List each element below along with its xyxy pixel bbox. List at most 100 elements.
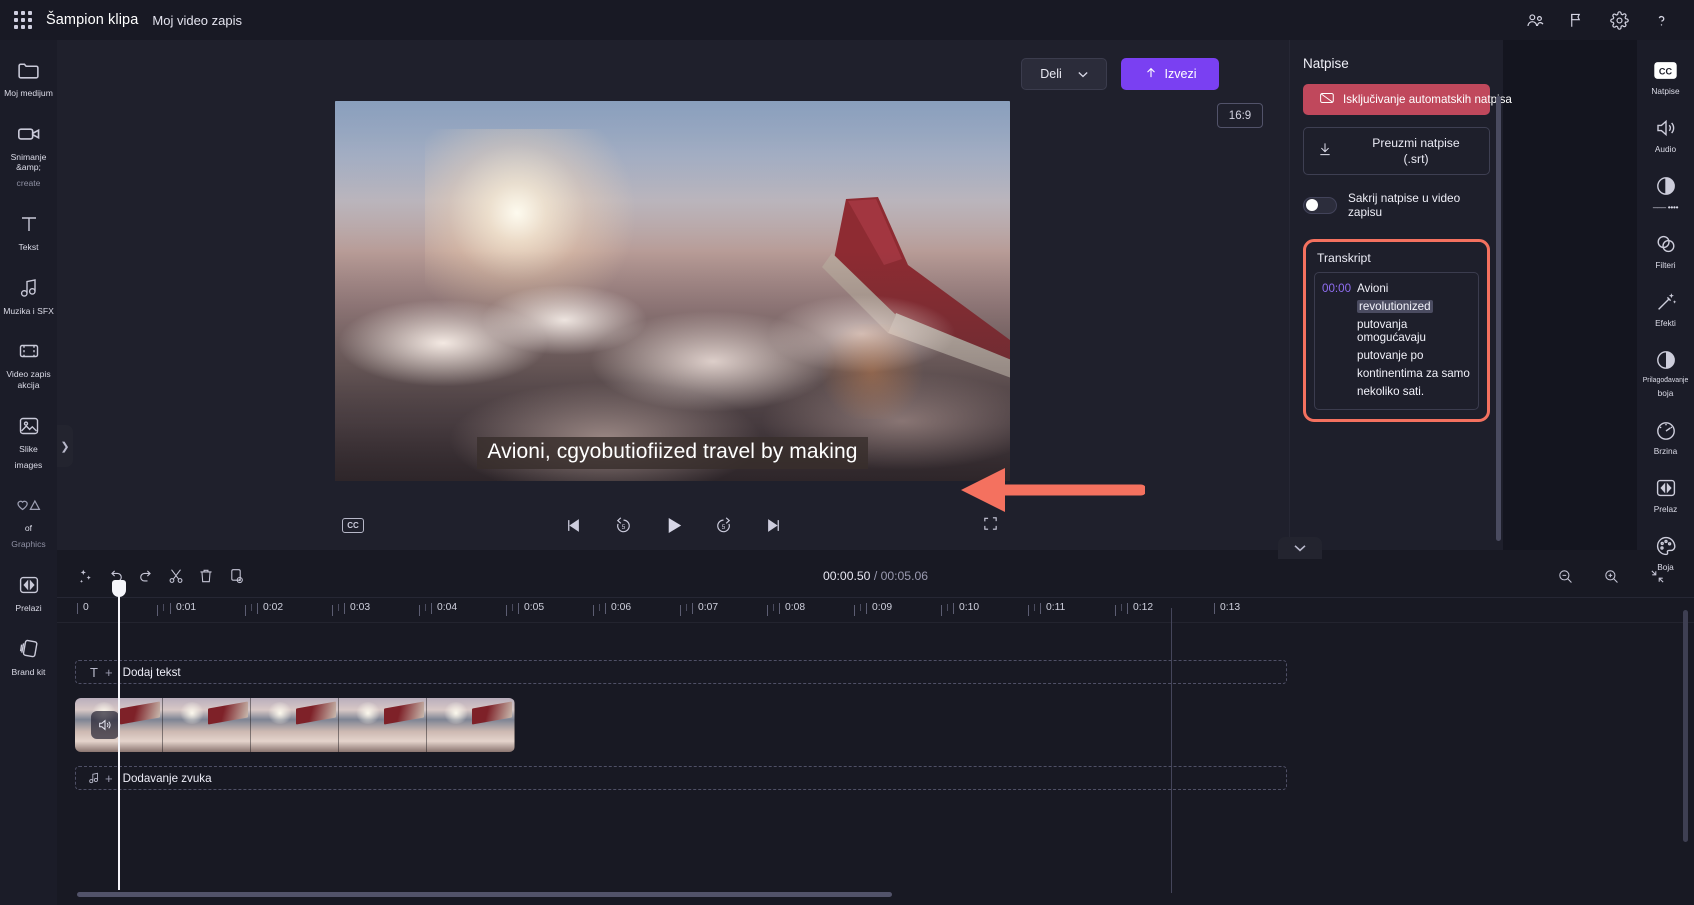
transition-icon [1654, 476, 1678, 501]
clip-audio-icon[interactable] [91, 711, 119, 739]
left-rail-expand-button[interactable]: ❯ [57, 425, 73, 467]
ruler-tick: 0:03 [343, 602, 371, 614]
svg-text:CC: CC [1659, 67, 1673, 77]
flag-feedback-icon[interactable] [1562, 5, 1592, 35]
disable-auto-captions-label: Isključivanje automatskih natpisa [1343, 93, 1512, 106]
ruler-tick: 0:01 [169, 602, 197, 614]
share-button[interactable]: Deli [1021, 58, 1107, 90]
sidebar-item-music-sfx[interactable]: Muzika i SFX [0, 266, 57, 324]
sidebar-item-video-actions[interactable]: Video zapis akcija [0, 329, 57, 397]
sidebar-item-label: Muzika i SFX [3, 305, 54, 316]
preview-stage: Deli Izvezi 16:9 Avioni, cgyobutiofiized… [57, 40, 1289, 550]
disable-auto-captions-button[interactable]: Isključivanje automatskih natpisa [1303, 84, 1512, 115]
sidebar-item-label: Video zapis akcija [6, 369, 51, 391]
hide-captions-row[interactable]: Sakrij natpise u video zapisu [1303, 191, 1490, 219]
transcript-word[interactable]: putovanja omogućavaju [1357, 318, 1471, 344]
filters-circles-icon [1654, 232, 1678, 257]
captions-panel: Natpise Isključivanje automatskih natpis… [1289, 40, 1512, 550]
ruler-tick-minor [506, 604, 513, 616]
zoom-in-icon[interactable] [1596, 561, 1626, 591]
help-icon[interactable] [1646, 5, 1676, 35]
transcript-word-highlighted[interactable]: revolutionized [1357, 300, 1433, 313]
ruler-tick: 0:11 [1039, 602, 1066, 614]
project-title[interactable]: Moj video zapis [152, 13, 242, 28]
panel-scrollbar[interactable] [1496, 96, 1501, 541]
ruler-tick-minor [680, 604, 687, 616]
rail-item-filters[interactable]: Filteri [1637, 224, 1694, 276]
left-sidebar: Moj medijum Snimanje &amp; create Tekst [0, 40, 57, 905]
forward-5-icon[interactable]: 5 [709, 511, 737, 539]
rail-item-transition[interactable]: Prelaz [1637, 468, 1694, 520]
transcript-word[interactable]: Avioni [1357, 282, 1471, 295]
video-preview[interactable]: Avioni, cgyobutiofiized travel by making [335, 101, 1010, 481]
rail-item-label: Audio [1654, 143, 1677, 154]
download-srt-line2: (.srt) [1403, 152, 1429, 166]
rail-item-adjust[interactable]: ––– •••• [1637, 166, 1694, 218]
player-controls: CC 5 5 [57, 500, 1289, 550]
track-add-text[interactable]: T + Dodaj tekst [75, 660, 1287, 684]
rail-item-captions[interactable]: CC Natpise [1637, 50, 1694, 102]
topbar-actions [1520, 5, 1694, 35]
export-button[interactable]: Izvezi [1121, 58, 1219, 90]
sidebar-item-text[interactable]: Tekst [0, 202, 57, 260]
sidebar-item-record-create[interactable]: Snimanje &amp; create [0, 112, 57, 196]
rail-item-color[interactable]: Boja [1637, 526, 1694, 578]
timeline-clip-video[interactable] [75, 698, 515, 752]
aspect-ratio-button[interactable]: 16:9 [1217, 103, 1263, 128]
sidebar-item-graphics[interactable]: of Graphics [0, 483, 57, 556]
timeline-collapse-button[interactable] [1278, 537, 1322, 559]
shapes-icon [16, 492, 42, 518]
skip-forward-icon[interactable] [759, 511, 787, 539]
rail-item-speed[interactable]: Brzina [1637, 410, 1694, 462]
folder-icon [16, 57, 41, 83]
sidebar-item-sublabel: images [14, 459, 43, 470]
collaborate-icon[interactable] [1520, 5, 1550, 35]
sidebar-item-brand-kit[interactable]: Brand kit [0, 627, 57, 685]
app-launcher-button[interactable] [0, 0, 46, 40]
ruler-tick: 0:13 [1213, 602, 1241, 614]
clip-thumbnail [339, 698, 427, 752]
music-note-icon [17, 275, 41, 301]
sidebar-item-transitions[interactable]: Prelazi [0, 563, 57, 621]
rail-item-sublabel: boja [1657, 388, 1674, 399]
sidebar-item-sublabel: Graphics [11, 539, 46, 550]
hide-captions-toggle[interactable] [1303, 196, 1337, 214]
share-label: Deli [1040, 67, 1062, 81]
rewind-5-icon[interactable]: 5 [609, 511, 637, 539]
fullscreen-icon[interactable] [982, 515, 1002, 535]
sidebar-item-images[interactable]: Slike images [0, 404, 57, 477]
timeline-horizontal-scrollbar[interactable] [77, 892, 892, 897]
timeline-vertical-scrollbar[interactable] [1683, 610, 1688, 842]
delete-trash-icon[interactable] [191, 561, 221, 591]
rail-item-audio[interactable]: Audio [1637, 108, 1694, 160]
redo-icon[interactable] [131, 561, 161, 591]
ruler-tick: 0:09 [865, 602, 893, 614]
track-add-audio[interactable]: + Dodavanje zvuka [75, 766, 1287, 790]
transcript-word[interactable]: nekoliko sati. [1357, 385, 1471, 398]
ruler-tick-minor [1028, 604, 1035, 616]
magic-tool-icon[interactable] [71, 561, 101, 591]
split-scissors-icon[interactable] [161, 561, 191, 591]
duplicate-icon[interactable] [221, 561, 251, 591]
film-strip-icon [17, 338, 41, 364]
text-t-icon [17, 211, 41, 237]
gear-icon[interactable] [1604, 5, 1634, 35]
transcript-entry[interactable]: 00:00 Avioni revolutionized putovanja om… [1314, 272, 1479, 410]
timeline-ruler[interactable]: 0 0:01 0:02 0:03 0:04 0:05 0:06 0:07 0:0… [57, 597, 1694, 623]
ruler-tick: 0:08 [778, 602, 806, 614]
skip-back-icon[interactable] [559, 511, 587, 539]
download-srt-button[interactable]: Preuzmi natpise (.srt) [1303, 127, 1490, 175]
speaker-icon [1654, 116, 1678, 141]
rail-item-color-adjust[interactable]: Prilagođavanje boja [1637, 340, 1694, 404]
transcript-word[interactable]: putovanje po [1357, 349, 1471, 362]
rail-item-label: Boja [1657, 561, 1674, 572]
clip-thumbnail [163, 698, 251, 752]
chevron-down-icon [1078, 67, 1088, 81]
sidebar-item-my-media[interactable]: Moj medijum [0, 48, 57, 106]
ruler-tick: 0:05 [517, 602, 545, 614]
play-icon[interactable] [659, 511, 687, 539]
rail-item-effects[interactable]: Efekti [1637, 282, 1694, 334]
playhead[interactable] [112, 580, 126, 890]
zoom-out-icon[interactable] [1550, 561, 1580, 591]
transcript-word[interactable]: kontinentima za samo [1357, 367, 1471, 380]
